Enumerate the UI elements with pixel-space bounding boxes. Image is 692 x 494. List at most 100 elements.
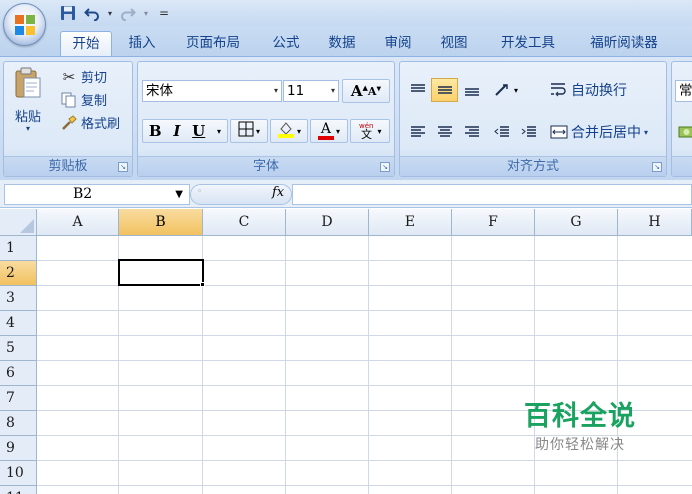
grow-shrink-font-buttons[interactable]: A▲ A▼ xyxy=(342,79,390,103)
undo-dropdown-icon[interactable]: ▾ xyxy=(106,3,114,23)
dialog-launcher-icon[interactable]: ↘ xyxy=(380,162,390,172)
row-header-4[interactable]: 4 xyxy=(0,311,37,336)
cut-button[interactable]: ✂ 剪切 xyxy=(60,67,108,87)
decrease-indent-button[interactable] xyxy=(488,120,515,144)
align-top-button[interactable] xyxy=(404,78,431,102)
orientation-button[interactable]: ▾ xyxy=(488,78,524,102)
phonetic-guide-button[interactable]: wén 文 ▾ xyxy=(350,119,390,143)
tab-formulas[interactable]: 公式 xyxy=(264,31,308,56)
paste-button[interactable]: 粘贴 ▾ xyxy=(10,66,46,133)
gridline xyxy=(37,485,692,486)
tab-foxit-reader[interactable]: 福昕阅读器 xyxy=(576,31,672,56)
gridline xyxy=(37,335,692,336)
tab-review[interactable]: 审阅 xyxy=(376,31,420,56)
italic-button[interactable]: I xyxy=(173,122,180,140)
font-size-combo[interactable]: 11 ▾ xyxy=(283,80,339,102)
accounting-format-button[interactable] xyxy=(675,120,692,144)
tab-developer[interactable]: 开发工具 xyxy=(488,31,568,56)
office-logo-icon xyxy=(15,15,35,35)
paste-label: 粘贴 xyxy=(14,110,41,125)
row-header-10[interactable]: 10 xyxy=(0,461,37,486)
format-painter-button[interactable]: 格式刷 xyxy=(60,113,120,132)
redo-dropdown-icon[interactable]: ▾ xyxy=(142,3,150,23)
align-bottom-button[interactable] xyxy=(458,78,485,102)
chevron-down-icon[interactable]: ▼ xyxy=(175,185,183,204)
number-format-value: 常 xyxy=(679,83,692,99)
excel-window: ▾ ▾ = 开始 插入 页面布局 公式 数据 审阅 视图 开发工具 福昕阅读器 xyxy=(0,0,692,494)
svg-text:文: 文 xyxy=(361,127,372,139)
copy-button[interactable]: 复制 xyxy=(60,90,107,109)
chevron-down-icon[interactable]: ▾ xyxy=(217,127,221,136)
gridline xyxy=(37,385,692,386)
clipboard-group-label: 剪贴板 xyxy=(4,156,132,176)
dialog-launcher-icon[interactable]: ↘ xyxy=(118,162,128,172)
decrease-indent-icon xyxy=(493,126,509,137)
dialog-launcher-icon[interactable]: ↘ xyxy=(652,162,662,172)
tab-view[interactable]: 视图 xyxy=(432,31,476,56)
borders-button[interactable]: ▾ xyxy=(230,119,268,143)
align-left-button[interactable] xyxy=(404,120,431,144)
column-header-b[interactable]: B xyxy=(119,209,203,236)
row-header-8[interactable]: 8 xyxy=(0,411,37,436)
row-header-5[interactable]: 5 xyxy=(0,336,37,361)
row-header-2[interactable]: 2 xyxy=(0,261,37,286)
font-color-button[interactable]: A ▾ xyxy=(310,119,348,143)
formula-input[interactable] xyxy=(292,184,692,205)
merge-center-button[interactable]: 合并后居中 ▾ xyxy=(550,122,648,142)
font-color-icon: A xyxy=(317,122,334,140)
wrap-text-button[interactable]: 自动换行 xyxy=(550,80,627,100)
insert-function-button[interactable]: fx xyxy=(272,185,284,200)
row-header-9[interactable]: 9 xyxy=(0,436,37,461)
column-header-e[interactable]: E xyxy=(369,209,452,236)
column-header-f[interactable]: F xyxy=(452,209,535,236)
alignment-group-label: 对齐方式 xyxy=(400,156,666,176)
row-header-6[interactable]: 6 xyxy=(0,361,37,386)
name-box[interactable]: B2 ▼ xyxy=(4,184,190,205)
active-cell-b2[interactable] xyxy=(118,259,204,286)
align-middle-icon xyxy=(437,86,452,94)
align-right-button[interactable] xyxy=(458,120,485,144)
increase-indent-button[interactable] xyxy=(515,120,542,144)
row-header-3[interactable]: 3 xyxy=(0,286,37,311)
row-header-7[interactable]: 7 xyxy=(0,386,37,411)
font-group: 宋体 ▾ 11 ▾ A▲ A▼ B I U ▾ ▾ ▾ A ▾ wén 文 ▾ … xyxy=(137,61,395,177)
column-header-g[interactable]: G xyxy=(535,209,618,236)
row-header-11[interactable]: 11 xyxy=(0,486,37,494)
paste-icon xyxy=(13,66,43,104)
column-header-d[interactable]: D xyxy=(286,209,369,236)
underline-button[interactable]: U xyxy=(192,122,205,140)
bold-button[interactable]: B xyxy=(149,122,162,140)
shrink-font-icon[interactable]: A▼ xyxy=(368,85,381,98)
undo-icon[interactable] xyxy=(82,3,102,23)
column-header-a[interactable]: A xyxy=(37,209,119,236)
number-format-combo[interactable]: 常 xyxy=(675,80,692,102)
fill-color-button[interactable]: ▾ xyxy=(270,119,308,143)
row-header-1[interactable]: 1 xyxy=(0,236,37,261)
align-center-icon xyxy=(437,126,452,137)
tab-data[interactable]: 数据 xyxy=(320,31,364,56)
ribbon-tabs: 开始 插入 页面布局 公式 数据 审阅 视图 开发工具 福昕阅读器 xyxy=(0,26,692,56)
column-header-h[interactable]: H xyxy=(618,209,692,236)
fill-handle[interactable] xyxy=(200,282,205,287)
tab-home[interactable]: 开始 xyxy=(60,31,112,56)
save-icon[interactable] xyxy=(58,3,78,23)
cut-label: 剪切 xyxy=(81,71,108,86)
wrap-text-icon xyxy=(550,81,568,99)
grow-font-icon[interactable]: A▲ xyxy=(351,82,368,100)
chevron-down-icon: ▾ xyxy=(330,86,335,95)
tab-page-layout[interactable]: 页面布局 xyxy=(176,31,250,56)
office-button[interactable] xyxy=(3,3,46,46)
select-all-button[interactable] xyxy=(0,209,37,236)
font-name-combo[interactable]: 宋体 ▾ xyxy=(142,80,282,102)
increase-indent-icon xyxy=(521,126,536,137)
chevron-down-icon: ▾ xyxy=(296,126,301,136)
tab-insert[interactable]: 插入 xyxy=(120,31,164,56)
align-center-button[interactable] xyxy=(431,120,458,144)
column-header-c[interactable]: C xyxy=(203,209,286,236)
watermark: 百科全说 助你轻松解决 xyxy=(510,400,650,466)
customize-qat-icon[interactable]: = xyxy=(154,3,174,23)
align-middle-button[interactable] xyxy=(431,78,458,102)
redo-icon[interactable] xyxy=(118,3,138,23)
copy-label: 复制 xyxy=(81,94,108,109)
expand-name-box-icon[interactable]: ◦ xyxy=(197,187,202,197)
